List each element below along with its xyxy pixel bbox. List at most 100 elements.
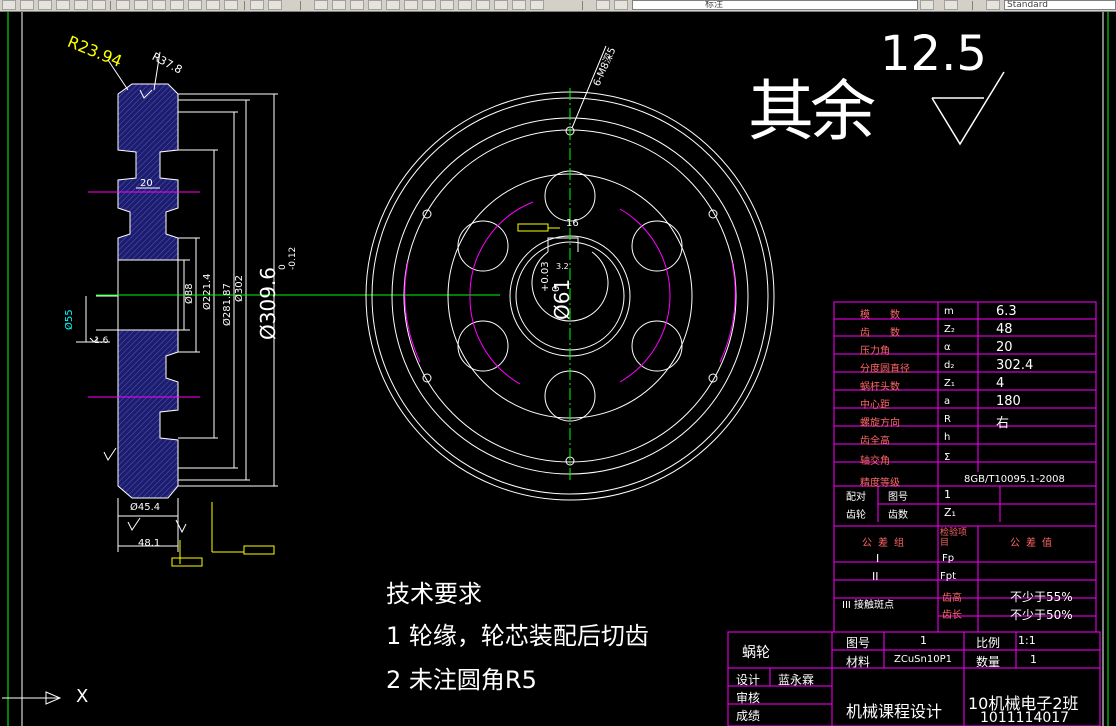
layer-dropdown[interactable]: 标注 xyxy=(632,0,918,10)
pair-sub-label: 齿数 xyxy=(888,510,908,521)
tolerance-header: 检验项目 xyxy=(940,528,968,548)
roughness-3-2: 3.2 xyxy=(556,262,569,271)
paste-icon[interactable] xyxy=(152,0,166,10)
publish-icon[interactable] xyxy=(92,0,106,10)
layer-state-icon[interactable] xyxy=(614,0,628,10)
param-sym: h xyxy=(944,432,951,443)
text-icon[interactable] xyxy=(404,0,418,10)
undo-icon[interactable] xyxy=(206,0,220,10)
save-icon[interactable] xyxy=(38,0,52,10)
tolerance-value: 不少于55% xyxy=(1010,590,1073,604)
layer-tools-icon[interactable] xyxy=(944,0,958,10)
zoom-realtime-icon[interactable] xyxy=(268,0,282,10)
roughness-other-label: 其余 xyxy=(748,73,876,150)
redo-icon[interactable] xyxy=(224,0,238,10)
copy-icon[interactable] xyxy=(134,0,148,10)
param-val: 302.4 xyxy=(996,358,1034,373)
param-name: 蜗杆头数 xyxy=(860,382,900,393)
zoom-extents-icon[interactable] xyxy=(350,0,364,10)
param-val: 180 xyxy=(996,394,1021,409)
dim-style-icon[interactable] xyxy=(986,0,1000,10)
param-sym: a xyxy=(944,396,951,407)
param-val: 20 xyxy=(996,340,1013,355)
match-properties-icon[interactable] xyxy=(170,0,184,10)
tech-req-title: 技术要求 xyxy=(386,580,482,608)
table-icon[interactable] xyxy=(512,0,526,10)
student-no: 1011114017 xyxy=(980,710,1070,726)
cad-toolbar: 标注 Standard xyxy=(0,0,1116,12)
tech-req-item: 1 轮缘，轮芯装配后切齿 xyxy=(386,622,649,650)
layer-name: 标注 xyxy=(705,0,724,10)
param-val: 6.3 xyxy=(996,304,1017,319)
properties-icon[interactable] xyxy=(386,0,400,10)
dim-width-48: 48.1 xyxy=(138,538,161,549)
qty-value: 1 xyxy=(1030,653,1037,666)
sheet-set-icon[interactable] xyxy=(458,0,472,10)
pan-icon[interactable] xyxy=(250,0,264,10)
pair-sub-label: 图号 xyxy=(888,492,908,503)
pair-value: Z₁ xyxy=(944,506,956,519)
dim-d-outer-tol: 0 -0.12 xyxy=(278,246,298,270)
open-icon[interactable] xyxy=(20,0,34,10)
design-center-icon[interactable] xyxy=(422,0,436,10)
tolerance-item: 齿长 xyxy=(942,610,962,621)
scale-label: 比例 xyxy=(976,636,1001,650)
drawing-no: 1 xyxy=(920,634,927,647)
param-name: 分度圆直径 xyxy=(860,364,910,375)
qty-label: 数量 xyxy=(976,655,1001,669)
param-name: 轴交角 xyxy=(860,456,890,467)
roughness-symbol xyxy=(931,71,1005,146)
dim-width-20: 20 xyxy=(140,178,153,189)
pair-label: 配对 xyxy=(846,492,866,503)
preview-icon[interactable] xyxy=(74,0,88,10)
dim-d-302: Ø302 xyxy=(234,275,245,302)
zoom-previous-icon[interactable] xyxy=(332,0,346,10)
designer-name: 蓝永霖 xyxy=(778,673,815,687)
tolerance-item: Fp xyxy=(942,553,955,564)
param-name: 齿 数 xyxy=(860,328,900,339)
block-icon[interactable] xyxy=(188,0,202,10)
drawing-no-label: 图号 xyxy=(846,636,871,650)
dim-d-281: Ø281.87 xyxy=(222,283,233,326)
tolerance-header: 公差组 xyxy=(862,538,910,549)
layer-manager-icon[interactable] xyxy=(596,0,610,10)
pair-value: 1 xyxy=(944,488,951,501)
tech-req-item: 2 未注圆角R5 xyxy=(386,666,537,694)
param-sym: R xyxy=(944,414,951,425)
roughness-value: 12.5 xyxy=(880,26,987,82)
design-label: 设计 xyxy=(736,673,761,687)
markup-icon[interactable] xyxy=(476,0,490,10)
tolerance-item: 齿高 xyxy=(942,593,962,604)
param-name: 齿全高 xyxy=(860,436,890,447)
param-sym: α xyxy=(944,342,951,353)
param-sym: Σ xyxy=(944,452,951,463)
quickcalc-icon[interactable] xyxy=(494,0,508,10)
param-sym: Z₁ xyxy=(944,378,955,389)
layer-previous-icon[interactable] xyxy=(920,0,934,10)
keyway-dim: 16 xyxy=(566,218,579,229)
new-icon[interactable] xyxy=(2,0,16,10)
section-view xyxy=(76,51,278,552)
dim-d-88: Ø88 xyxy=(184,283,195,304)
check-label: 审核 xyxy=(736,691,761,705)
print-icon[interactable] xyxy=(56,0,70,10)
material-label: 材料 xyxy=(846,655,871,669)
pair-label: 齿轮 xyxy=(846,510,866,521)
param-name: 中心距 xyxy=(860,400,890,411)
cut-icon[interactable] xyxy=(116,0,130,10)
zoom-window-icon[interactable] xyxy=(314,0,328,10)
style-dropdown[interactable]: Standard xyxy=(1004,0,1116,10)
course-name: 机械课程设计 xyxy=(846,702,943,721)
param-val: 右 xyxy=(996,416,1010,431)
part-name: 蜗轮 xyxy=(742,645,770,661)
score-label: 成绩 xyxy=(736,709,761,723)
dim-d-outer: Ø309.6 xyxy=(256,267,280,340)
zoom-in-icon[interactable] xyxy=(368,0,382,10)
ucs-x-label: X xyxy=(76,686,89,707)
dim-d-221: Ø221.4 xyxy=(202,273,213,311)
dim-d-hub: Ø45.4 xyxy=(130,502,161,513)
tool-palette-icon[interactable] xyxy=(440,0,454,10)
grid-icon[interactable] xyxy=(530,0,544,10)
precision-value: 8GB/T10095.1-2008 xyxy=(964,474,1065,485)
param-sym: m xyxy=(944,306,954,317)
